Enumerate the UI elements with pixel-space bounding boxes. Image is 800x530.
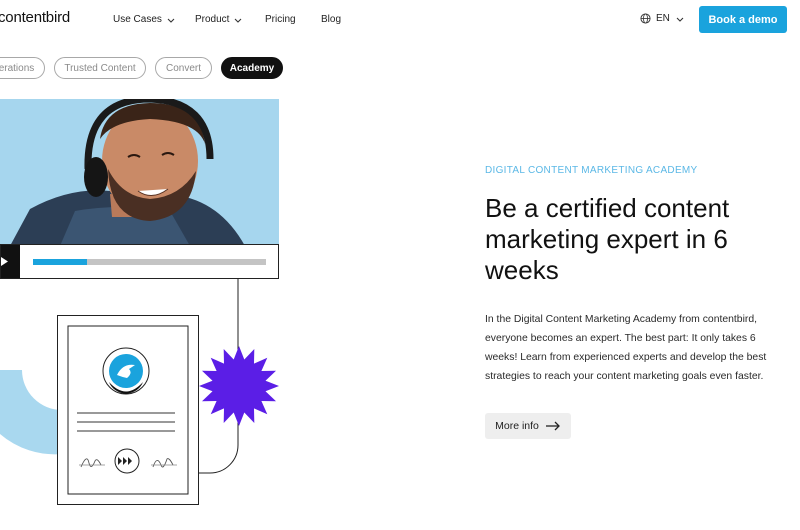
logo[interactable]: contentbird bbox=[0, 9, 70, 26]
nav-product-label: Product bbox=[195, 14, 230, 25]
nav-pricing[interactable]: Pricing bbox=[265, 14, 296, 25]
globe-icon bbox=[640, 13, 651, 24]
fast-forward-icon bbox=[114, 448, 140, 474]
chevron-down-icon bbox=[235, 18, 242, 23]
play-button[interactable] bbox=[1, 245, 20, 278]
tab-academy[interactable]: Academy bbox=[221, 57, 283, 79]
play-icon bbox=[1, 257, 8, 266]
nav-blog[interactable]: Blog bbox=[321, 14, 341, 25]
nav-pricing-label: Pricing bbox=[265, 14, 296, 25]
tab-operations[interactable]: erations bbox=[0, 57, 45, 79]
nav-use-cases-label: Use Cases bbox=[113, 14, 162, 25]
tab-convert[interactable]: Convert bbox=[155, 57, 212, 79]
star-badge-icon bbox=[199, 346, 279, 426]
arrow-right-icon bbox=[545, 421, 560, 431]
bird-icon bbox=[102, 347, 150, 395]
nav-product[interactable]: Product bbox=[195, 14, 243, 25]
hero-image bbox=[0, 99, 279, 246]
video-control-bar bbox=[0, 244, 279, 279]
video-progress-track[interactable] bbox=[33, 259, 266, 265]
tab-trusted-content[interactable]: Trusted Content bbox=[54, 57, 146, 79]
section-eyebrow: DIGITAL CONTENT MARKETING ACADEMY bbox=[485, 165, 698, 176]
nav-blog-label: Blog bbox=[321, 14, 342, 25]
chevron-down-icon bbox=[676, 17, 684, 22]
light-blue-arc-shape bbox=[0, 370, 62, 455]
language-label: EN bbox=[656, 13, 670, 24]
more-info-label: More info bbox=[495, 420, 539, 432]
page-title: Be a certified content marketing expert … bbox=[485, 193, 730, 285]
book-demo-button[interactable]: Book a demo bbox=[699, 6, 787, 33]
intro-paragraph: In the Digital Content Marketing Academy… bbox=[485, 314, 767, 382]
more-info-button[interactable]: More info bbox=[485, 413, 571, 439]
video-progress-fill bbox=[33, 259, 87, 265]
chevron-down-icon bbox=[167, 18, 175, 23]
nav-use-cases[interactable]: Use Cases bbox=[113, 14, 176, 25]
language-selector[interactable]: EN bbox=[640, 13, 685, 24]
certificate-card bbox=[57, 315, 199, 505]
